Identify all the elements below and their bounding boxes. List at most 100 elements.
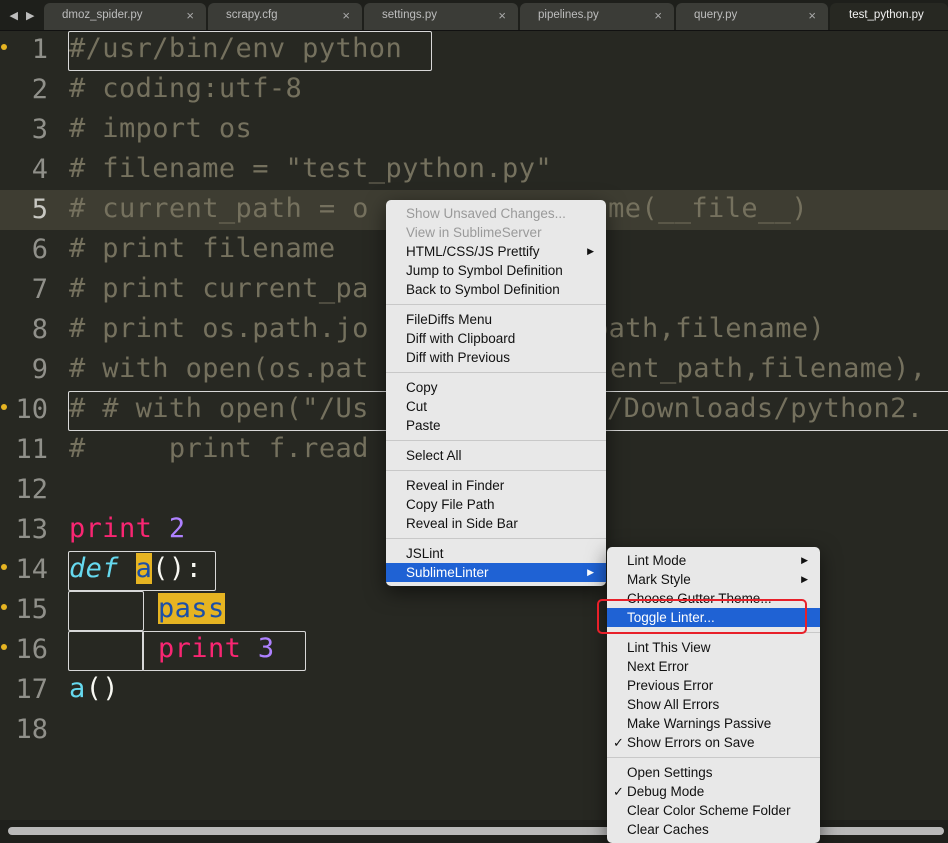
menu-item-reveal-in-side-bar[interactable]: Reveal in Side Bar	[386, 514, 606, 533]
tab-scrapy-cfg[interactable]: scrapy.cfg ×	[208, 3, 362, 30]
line-number: 11	[15, 434, 48, 465]
line-number: 12	[15, 474, 48, 505]
lint-box	[142, 631, 306, 671]
menu-separator	[386, 470, 606, 471]
menu-separator	[386, 372, 606, 373]
tab-dmoz-spider[interactable]: dmoz_spider.py ×	[44, 3, 206, 30]
chevron-right-icon[interactable]: ▶	[26, 9, 34, 22]
close-icon[interactable]: ×	[342, 8, 350, 23]
line-number: 4	[31, 154, 48, 185]
menu-item-jump-to-symbol[interactable]: Jump to Symbol Definition	[386, 261, 606, 280]
menu-item-paste[interactable]: Paste	[386, 416, 606, 435]
code-line[interactable]: 3 # import os	[0, 110, 948, 150]
menu-item-open-settings[interactable]: Open Settings	[607, 763, 820, 782]
tab-label: settings.py	[382, 9, 437, 21]
close-icon[interactable]: ×	[808, 8, 816, 23]
highlighted-keyword: pass	[158, 593, 225, 624]
line-number: 15	[15, 594, 48, 625]
close-icon[interactable]: ×	[498, 8, 506, 23]
line-number: 3	[31, 114, 48, 145]
line-number: 9	[31, 354, 48, 385]
sublimelinter-submenu: Lint Mode ▶ Mark Style ▶ Choose Gutter The…	[607, 547, 820, 843]
menu-item-mark-style[interactable]: Mark Style ▶	[607, 570, 820, 589]
code-text: # filename = "test_python.py"	[69, 153, 553, 184]
code-text: # with open(os.pat	[69, 353, 369, 384]
line-number: 8	[31, 314, 48, 345]
menu-item-select-all[interactable]: Select All	[386, 446, 606, 465]
menu-item-filediffs-menu[interactable]: FileDiffs Menu	[386, 310, 606, 329]
menu-item-diff-clipboard[interactable]: Diff with Clipboard	[386, 329, 606, 348]
line-number: 6	[31, 234, 48, 265]
code-line[interactable]: 2 # coding:utf-8	[0, 70, 948, 110]
menu-item-reveal-in-finder[interactable]: Reveal in Finder	[386, 476, 606, 495]
submenu-arrow-icon: ▶	[587, 246, 594, 256]
line-number: 13	[15, 514, 48, 545]
line-number: 17	[15, 674, 48, 705]
tab-test-python-py[interactable]: test_python.py	[830, 3, 948, 30]
tab-nav-arrows: ◀ ▶	[0, 0, 44, 30]
menu-item-clear-color-scheme-folder[interactable]: Clear Color Scheme Folder	[607, 801, 820, 820]
menu-item-sublimelinter[interactable]: SublimeLinter ▶	[386, 563, 606, 582]
close-icon[interactable]: ×	[186, 8, 194, 23]
code-text-tail: ent_path,filename),	[610, 353, 927, 384]
line-number: 16	[15, 634, 48, 665]
menu-item-previous-error[interactable]: Previous Error	[607, 676, 820, 695]
menu-item-view-in-sublimeserver[interactable]: View in SublimeServer	[386, 223, 606, 242]
line-number: 18	[15, 714, 48, 745]
menu-item-debug-mode[interactable]: ✓ Debug Mode	[607, 782, 820, 801]
menu-separator	[607, 757, 820, 758]
menu-item-make-warnings-passive[interactable]: Make Warnings Passive	[607, 714, 820, 733]
code-text: # import os	[69, 113, 253, 144]
line-number: 7	[31, 274, 48, 305]
context-menu: Show Unsaved Changes... View in SublimeS…	[386, 200, 606, 586]
line-number: 1	[31, 34, 48, 65]
menu-item-lint-mode[interactable]: Lint Mode ▶	[607, 551, 820, 570]
code-line[interactable]: 1 #/usr/bin/env python	[0, 30, 948, 71]
close-icon[interactable]: ×	[654, 8, 662, 23]
chevron-left-icon[interactable]: ◀	[10, 9, 18, 22]
menu-separator	[386, 304, 606, 305]
line-number: 5	[31, 194, 48, 225]
menu-item-show-unsaved-changes[interactable]: Show Unsaved Changes...	[386, 204, 606, 223]
line-number: 14	[15, 554, 48, 585]
menu-separator	[386, 538, 606, 539]
tab-bar: ◀ ▶ dmoz_spider.py × scrapy.cfg × settin…	[0, 0, 948, 31]
code-text: a()	[69, 673, 119, 704]
code-text: # print f.read	[69, 433, 369, 464]
code-text: # print filename	[69, 233, 336, 264]
menu-item-cut[interactable]: Cut	[386, 397, 606, 416]
check-icon: ✓	[613, 784, 624, 799]
code-text: # print os.path.jo	[69, 313, 369, 344]
menu-item-jslint[interactable]: JSLint	[386, 544, 606, 563]
submenu-arrow-icon: ▶	[587, 567, 594, 577]
code-line[interactable]: 4 # filename = "test_python.py"	[0, 150, 948, 190]
menu-item-copy[interactable]: Copy	[386, 378, 606, 397]
code-text: pass	[158, 593, 225, 624]
menu-item-diff-previous[interactable]: Diff with Previous	[386, 348, 606, 367]
tab-label: pipelines.py	[538, 9, 599, 21]
menu-item-prettify[interactable]: HTML/CSS/JS Prettify ▶	[386, 242, 606, 261]
menu-item-next-error[interactable]: Next Error	[607, 657, 820, 676]
code-text: # coding:utf-8	[69, 73, 303, 104]
lint-box	[68, 591, 144, 631]
line-number: 2	[31, 74, 48, 105]
tab-query-py[interactable]: query.py ×	[676, 3, 828, 30]
tab-settings-py[interactable]: settings.py ×	[364, 3, 518, 30]
tab-label: query.py	[694, 9, 738, 21]
menu-item-clear-caches[interactable]: Clear Caches	[607, 820, 820, 839]
menu-item-copy-file-path[interactable]: Copy File Path	[386, 495, 606, 514]
tab-pipelines-py[interactable]: pipelines.py ×	[520, 3, 674, 30]
menu-item-back-to-symbol[interactable]: Back to Symbol Definition	[386, 280, 606, 299]
lint-box	[68, 551, 216, 591]
code-text: # print current_pa	[69, 273, 369, 304]
menu-item-show-all-errors[interactable]: Show All Errors	[607, 695, 820, 714]
line-number: 10	[15, 394, 48, 425]
menu-item-lint-this-view[interactable]: Lint This View	[607, 638, 820, 657]
code-text-tail: path,filename)	[592, 313, 826, 344]
code-text: print 2	[69, 513, 186, 544]
menu-item-show-errors-on-save[interactable]: ✓ Show Errors on Save	[607, 733, 820, 752]
menu-separator	[386, 440, 606, 441]
tab-label: scrapy.cfg	[226, 9, 278, 21]
lint-box	[68, 31, 432, 71]
tab-label: dmoz_spider.py	[62, 9, 143, 21]
